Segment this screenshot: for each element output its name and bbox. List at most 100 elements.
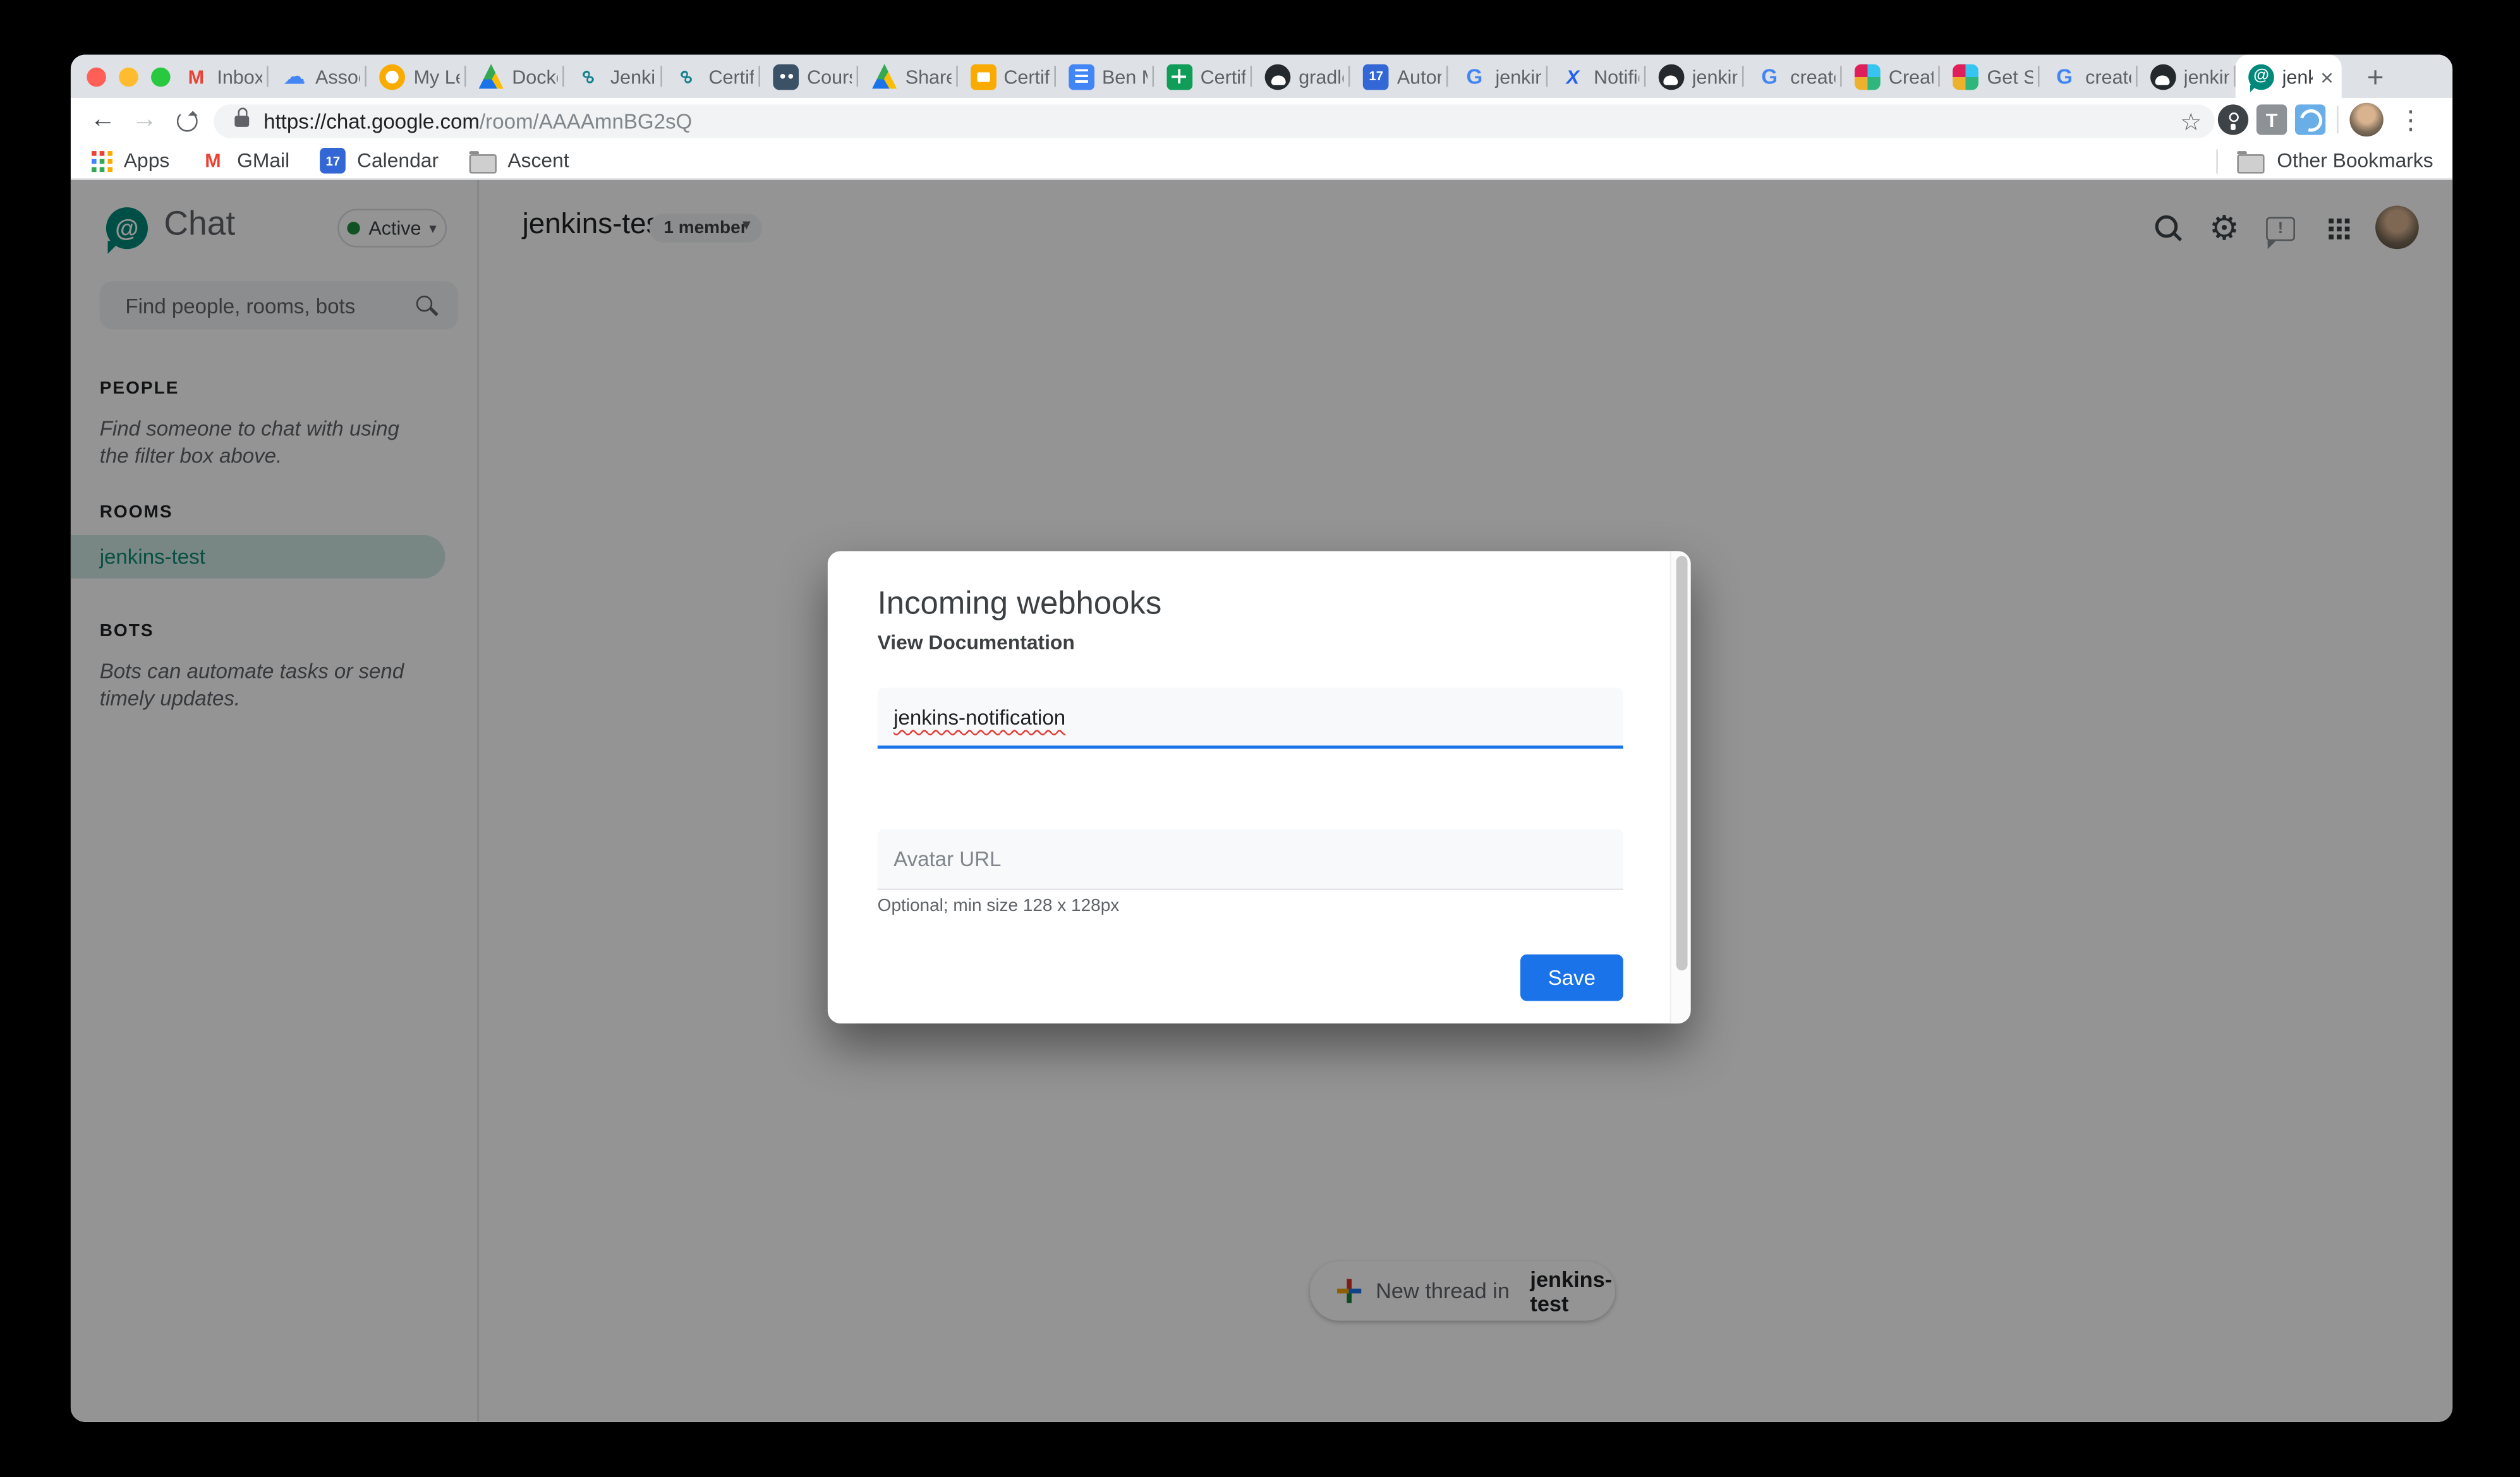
reload-button[interactable] xyxy=(167,98,206,143)
browser-menu-button[interactable]: ⋮ xyxy=(2398,98,2424,143)
new-tab-button[interactable]: + xyxy=(2356,58,2395,97)
docs-favicon-icon xyxy=(1069,63,1094,89)
tab-label: Docke xyxy=(512,65,557,88)
browser-tab[interactable]: Docke xyxy=(465,54,564,98)
browser-tab[interactable]: Certifi xyxy=(662,54,761,98)
tab-label: jenkins xyxy=(2184,65,2229,88)
tab-label: Autom xyxy=(1397,65,1443,88)
browser-tab[interactable]: Get St xyxy=(1941,54,2039,98)
reload-icon xyxy=(176,110,197,131)
back-button[interactable]: ← xyxy=(83,98,122,143)
slides-favicon-icon xyxy=(970,63,996,89)
apps-icon xyxy=(92,150,112,171)
swirl-extension-icon[interactable] xyxy=(2295,104,2325,135)
bookmark-items: Apps GMail Calendar Ascent xyxy=(92,148,569,174)
bookmark-item[interactable]: Ascent xyxy=(469,148,569,174)
browser-tab[interactable]: Share xyxy=(859,54,957,98)
dialog-title: Incoming webhooks xyxy=(878,586,1162,623)
browser-tab[interactable]: jenkins xyxy=(1449,54,1548,98)
folder-icon xyxy=(2237,154,2264,173)
tab-label: Certifi xyxy=(1201,65,1246,88)
close-tab-icon[interactable]: × xyxy=(2320,65,2334,88)
other-bookmarks[interactable]: Other Bookmarks xyxy=(2216,148,2433,172)
incoming-webhooks-dialog: Incoming webhooks View Documentation jen… xyxy=(828,551,1691,1023)
confluence-favicon-icon xyxy=(1560,63,1586,89)
tab-label: Certifi xyxy=(1003,65,1049,88)
webhook-name-value: jenkins-notification xyxy=(894,704,1065,728)
screen: Inbox ( Assoc My Lea Docke Jenkin Certifi Cour… xyxy=(0,0,2520,1477)
bookmark-label: Ascent xyxy=(507,150,569,172)
other-bookmarks-label: Other Bookmarks xyxy=(2277,150,2433,172)
tab-label: Ben M xyxy=(1102,65,1148,88)
github-favicon-icon xyxy=(2150,63,2176,89)
browser-tab[interactable]: create xyxy=(1744,54,1843,98)
google-favicon-icon xyxy=(2052,63,2078,89)
url-path: /room/AAAAmnBG2sQ xyxy=(480,109,692,133)
drive-favicon-icon xyxy=(871,63,897,89)
browser-tab[interactable]: Assoc xyxy=(269,54,367,98)
browser-tab[interactable]: Autom xyxy=(1350,54,1449,98)
onepassword-extension-icon[interactable] xyxy=(2218,104,2248,135)
google-favicon-icon xyxy=(1757,63,1783,89)
view-documentation-link[interactable]: View Documentation xyxy=(878,632,1075,654)
background-tabs: Inbox ( Assoc My Lea Docke Jenkin Certifi Cour… xyxy=(171,54,2236,98)
browser-tab[interactable]: jenkins xyxy=(1645,54,1744,98)
scrollbar-thumb[interactable] xyxy=(1675,556,1687,970)
browser-tab[interactable]: Jenkin xyxy=(564,54,662,98)
bookmark-item[interactable]: Calendar xyxy=(320,148,439,174)
url-domain: https://chat.google.com xyxy=(264,109,480,133)
browser-tab[interactable]: jenkins xyxy=(2137,54,2236,98)
browser-tab[interactable]: create xyxy=(2038,54,2137,98)
folder-icon xyxy=(469,154,496,173)
tab-label: Get St xyxy=(1987,65,2033,88)
address-bar[interactable]: https://chat.google.com/room/AAAAmnBG2sQ… xyxy=(214,104,2214,137)
maximize-window-button[interactable] xyxy=(151,67,171,87)
browser-tab[interactable]: Inbox ( xyxy=(171,54,269,98)
browser-tab[interactable]: Cours xyxy=(760,54,859,98)
save-button[interactable]: Save xyxy=(1520,955,1623,1001)
browser-tab[interactable]: Certifi xyxy=(1154,54,1252,98)
bookmark-star-icon[interactable]: ☆ xyxy=(2180,107,2202,136)
gmail-icon xyxy=(200,148,226,174)
minimize-window-button[interactable] xyxy=(119,67,138,87)
drive-favicon-icon xyxy=(478,63,504,89)
gmail-favicon-icon xyxy=(183,63,209,89)
t-extension-icon[interactable]: T xyxy=(2256,104,2287,135)
avatar-url-input[interactable]: Avatar URL xyxy=(878,829,1623,890)
tab-label: create xyxy=(1790,65,1836,88)
qwiklabs-favicon-icon xyxy=(576,63,602,89)
avatar-helper-text: Optional; min size 128 x 128px xyxy=(878,896,1120,916)
browser-tab[interactable]: Certifi xyxy=(957,54,1056,98)
dialog-scrollbar[interactable] xyxy=(1670,551,1691,1023)
bookmark-item[interactable]: GMail xyxy=(200,148,290,174)
tab-label: My Lea xyxy=(414,65,459,88)
tab-label: Create xyxy=(1889,65,1934,88)
tab-label: Jenkin xyxy=(610,65,656,88)
webhook-name-input[interactable]: jenkins-notification xyxy=(878,688,1623,749)
qwiklabs-favicon-icon xyxy=(675,63,701,89)
tab-label: Notific xyxy=(1594,65,1639,88)
lock-icon[interactable] xyxy=(234,115,249,126)
active-tab[interactable]: jenk × xyxy=(2236,54,2342,98)
bookmarks-divider xyxy=(2216,148,2218,172)
tab-label: jenkins xyxy=(1495,65,1541,88)
bookmark-label: GMail xyxy=(237,150,289,172)
browser-tab[interactable]: Notific xyxy=(1547,54,1645,98)
bookmark-item[interactable]: Apps xyxy=(92,148,169,174)
browser-tab[interactable]: Create xyxy=(1842,54,1941,98)
gcloud-favicon-icon xyxy=(282,63,308,89)
browser-tab[interactable]: gradle xyxy=(1252,54,1350,98)
github-favicon-icon xyxy=(1658,63,1684,89)
browser-profile-avatar[interactable] xyxy=(2349,103,2383,136)
macos-window-controls[interactable] xyxy=(87,67,170,87)
browser-tab[interactable]: Ben M xyxy=(1055,54,1154,98)
browser-tab[interactable]: My Lea xyxy=(367,54,466,98)
gcal-favicon-icon xyxy=(1363,63,1389,89)
ring-favicon-icon xyxy=(380,63,406,89)
forward-button[interactable]: → xyxy=(125,98,164,143)
tab-label: Certifi xyxy=(708,65,754,88)
tab-label: Share xyxy=(906,65,951,88)
tab-label: Inbox ( xyxy=(217,65,262,88)
sheets-favicon-icon xyxy=(1166,63,1192,89)
close-window-button[interactable] xyxy=(87,67,106,87)
